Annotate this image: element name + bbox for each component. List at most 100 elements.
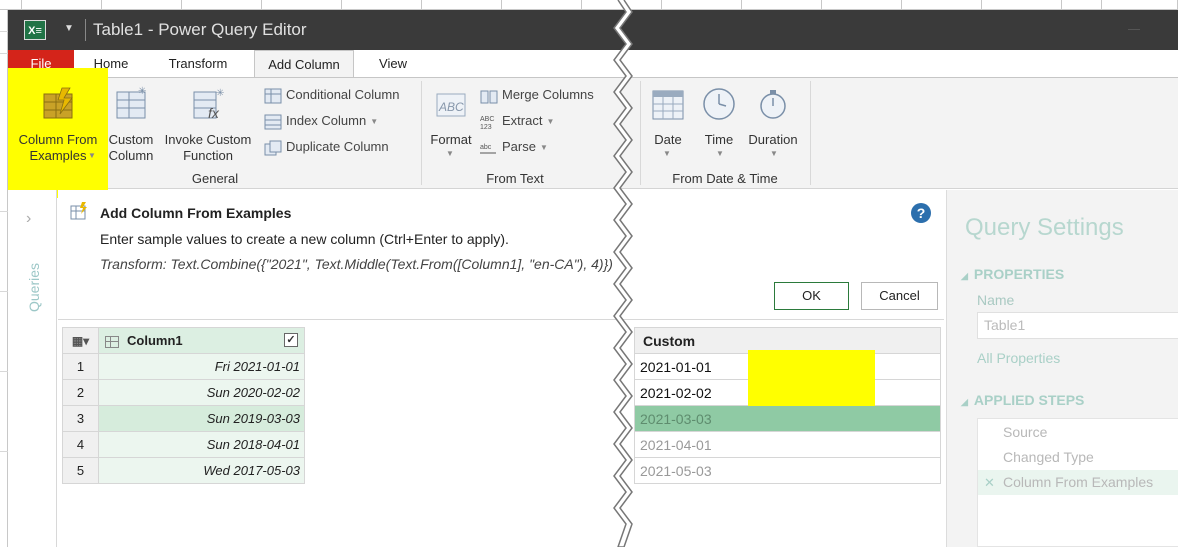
clock-icon — [703, 88, 735, 120]
chevron-down-icon: ▼ — [663, 149, 671, 158]
svg-text:123: 123 — [480, 124, 492, 130]
invoke-custom-function-button[interactable]: fx ✳ Invoke Custom Function — [158, 86, 258, 164]
custom-cell-input[interactable]: 2021-04-01 — [634, 431, 941, 458]
cancel-button[interactable]: Cancel — [861, 282, 938, 310]
table-row[interactable]: 2021-04-01 — [634, 431, 941, 458]
group-label-general: General — [191, 171, 239, 186]
table-icon — [105, 335, 119, 348]
group-label-from-date-time: From Date & Time — [672, 171, 778, 186]
table-row[interactable]: 1 Fri 2021-01-01 — [62, 353, 305, 380]
chevron-right-icon[interactable]: › — [26, 210, 31, 228]
excel-icon[interactable]: X≡ — [24, 20, 46, 40]
checkbox-icon[interactable]: ✓ — [284, 333, 298, 347]
row-number: 2 — [62, 379, 99, 406]
conditional-column-button[interactable]: Conditional Column — [264, 85, 399, 105]
panel-subtitle: Enter sample values to create a new colu… — [100, 231, 509, 247]
custom-column-icon: ✳ — [116, 86, 146, 119]
invoke-custom-function-label: Invoke Custom Function — [164, 132, 252, 163]
collapse-triangle-icon: ◢ — [961, 271, 968, 281]
duplicate-column-button[interactable]: Duplicate Column — [264, 137, 389, 157]
date-button[interactable]: Date ▼ — [646, 86, 690, 158]
applied-steps-section[interactable]: ◢ APPLIED STEPS — [961, 392, 1084, 408]
ribbon-separator — [810, 81, 811, 185]
svg-text:✳: ✳ — [216, 88, 224, 99]
chevron-down-icon: ▼ — [716, 149, 724, 158]
parse-button[interactable]: abc Parse ▼ — [480, 137, 548, 157]
query-settings-title: Query Settings — [965, 214, 1124, 241]
applied-step[interactable]: Changed Type — [978, 445, 1178, 470]
properties-section[interactable]: ◢ PROPERTIES — [961, 266, 1064, 282]
table-row[interactable]: 2021-05-03 — [634, 457, 941, 484]
table-row[interactable]: 2 Sun 2020-02-02 — [62, 379, 305, 406]
custom-cell-input[interactable]: 2021-03-03 — [634, 405, 941, 432]
minimize-button[interactable] — [1128, 29, 1140, 30]
screenshot-break — [613, 0, 633, 547]
svg-text:✳: ✳ — [138, 86, 146, 97]
column-from-examples-icon — [43, 87, 73, 119]
tab-view[interactable]: View — [370, 50, 416, 77]
calendar-icon — [652, 90, 684, 120]
chevron-down-icon: ▼ — [88, 151, 96, 160]
table-row[interactable]: 4 Sun 2018-04-01 — [62, 431, 305, 458]
cell-value: Sun 2018-04-01 — [98, 431, 305, 458]
help-icon[interactable]: ? — [911, 203, 931, 223]
applied-steps-list: Source Changed Type ✕ Column From Example… — [977, 418, 1178, 547]
invoke-custom-function-icon: fx ✳ — [193, 88, 224, 121]
quick-access-dropdown-icon[interactable]: ▼ — [64, 23, 74, 34]
row-number: 1 — [62, 353, 99, 380]
format-button[interactable]: ABC Format ▼ — [426, 86, 476, 158]
svg-text:ABC: ABC — [438, 100, 464, 114]
extract-icon: ABC123 — [480, 116, 494, 130]
extract-button[interactable]: ABC 123 Extract ▼ — [480, 111, 554, 131]
highlight-overlay — [748, 350, 875, 406]
svg-text:abc: abc — [480, 144, 492, 151]
applied-step[interactable]: ✕ Column From Examples — [978, 470, 1178, 495]
merge-columns-icon — [480, 90, 498, 104]
table-row[interactable]: 5 Wed 2017-05-03 — [62, 457, 305, 484]
merge-columns-label: Merge Columns — [502, 87, 594, 102]
index-column-button[interactable]: Index Column ▼ — [264, 111, 378, 131]
queries-label: Queries — [26, 262, 42, 312]
index-column-label: Index Column — [286, 113, 367, 128]
extract-label: Extract — [502, 113, 543, 128]
stopwatch-icon — [760, 90, 786, 119]
ok-button[interactable]: OK — [774, 282, 849, 310]
cell-value: Sun 2019-03-03 — [98, 405, 305, 432]
chevron-down-icon: ▼ — [546, 116, 555, 126]
table-icon: ▦▾ — [71, 334, 90, 348]
custom-cell-input[interactable]: 2021-05-03 — [634, 457, 941, 484]
custom-column-label: Custom Column — [108, 132, 154, 163]
table-row[interactable]: 2021-03-03 — [634, 405, 941, 432]
excel-grid-strip — [0, 0, 1178, 10]
time-button[interactable]: Time ▼ — [698, 86, 740, 158]
delete-step-icon[interactable]: ✕ — [984, 470, 995, 495]
ribbon-separator — [640, 81, 641, 185]
step-label: Column From Examples — [1003, 474, 1154, 490]
custom-column-button[interactable]: ✳ Custom Column — [104, 86, 158, 164]
name-label: Name — [977, 292, 1015, 308]
duration-button[interactable]: Duration ▼ — [744, 86, 802, 158]
applied-step[interactable]: Source — [978, 420, 1178, 445]
queries-pane[interactable]: › Queries — [8, 190, 57, 547]
title-separator — [85, 19, 86, 41]
tab-transform[interactable]: Transform — [158, 50, 238, 77]
row-number: 3 — [62, 405, 99, 432]
merge-columns-button[interactable]: Merge Columns — [480, 85, 594, 105]
index-column-icon — [264, 114, 282, 130]
group-label-from-text: From Text — [486, 171, 544, 186]
column-from-examples-button[interactable]: Column From Examples ▼ — [10, 86, 106, 164]
ribbon-separator — [421, 81, 422, 185]
column-header[interactable]: Column1 ✓ — [98, 327, 305, 354]
tab-add-column[interactable]: Add Column — [254, 50, 354, 78]
all-properties-link[interactable]: All Properties — [977, 350, 1060, 366]
query-name-input[interactable]: Table1 — [977, 312, 1178, 339]
format-icon: ABC — [436, 93, 466, 117]
svg-text:fx: fx — [208, 105, 220, 121]
chevron-down-icon: ▼ — [370, 116, 379, 126]
chevron-down-icon: ▼ — [539, 142, 548, 152]
table-menu-button[interactable]: ▦▾ — [62, 327, 99, 354]
table-row[interactable]: 3 Sun 2019-03-03 — [62, 405, 305, 432]
parse-icon: abc — [480, 144, 496, 154]
parse-label: Parse — [502, 139, 536, 154]
source-table: ▦▾ Column1 ✓ 1 Fri 2021-01-01 2 Sun 2020-0… — [62, 327, 305, 484]
